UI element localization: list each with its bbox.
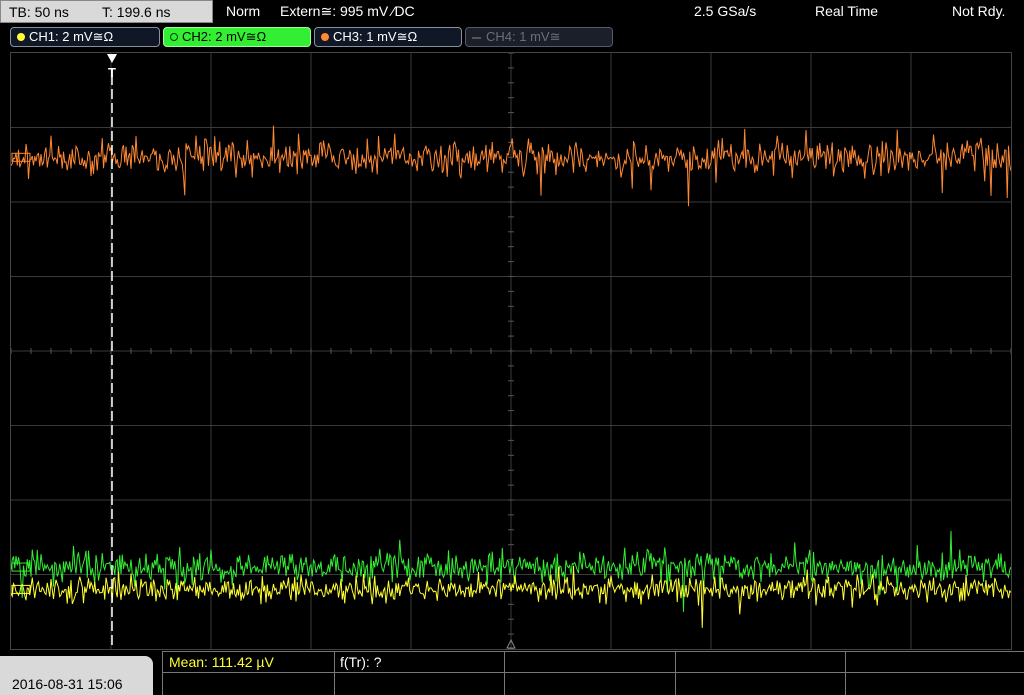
measurement-mean: Mean: 111.42 µV [169, 654, 274, 670]
measurement-panel[interactable]: Mean: 111.42 µV f(Tr): ? [162, 651, 1024, 695]
acquisition-mode[interactable]: Real Time [815, 0, 878, 23]
channel-2-button[interactable]: CH2: 2 mV≅Ω [163, 27, 311, 47]
channel-3-indicator-icon [321, 32, 329, 41]
measurement-cell [334, 651, 335, 695]
trigger-marker-label: T [108, 65, 116, 80]
measurement-frequency: f(Tr): ? [340, 654, 382, 670]
channel-2-label: CH2: 2 mV≅Ω [182, 29, 267, 44]
channel-4-label: CH4: 1 mV≅ [486, 29, 561, 44]
trigger-source[interactable]: Extern≅: 995 mV ⁄DC [280, 0, 415, 23]
channel-1-indicator-icon [17, 32, 25, 41]
trigger-mode[interactable]: Norm [226, 0, 260, 23]
measurement-cell [675, 651, 676, 695]
measurement-divider [162, 651, 1024, 652]
timebase-value: TB: 50 ns [9, 4, 69, 20]
channel-4-off-icon [472, 36, 481, 39]
date-time: 2016-08-31 15:06 [0, 656, 153, 695]
trigger-time-value: T: 199.6 ns [102, 4, 171, 20]
waveform-display[interactable]: T [10, 52, 1012, 650]
measurement-cell [162, 651, 163, 695]
channel-1-button[interactable]: CH1: 2 mV≅Ω [10, 27, 160, 47]
measurement-cell [504, 651, 505, 695]
timebase-box[interactable]: TB: 50 ns T: 199.6 ns [0, 0, 213, 23]
channel-bar: CH1: 2 mV≅Ω CH2: 2 mV≅Ω CH3: 1 mV≅Ω CH4:… [0, 25, 1024, 49]
sample-rate[interactable]: 2.5 GSa/s [694, 0, 756, 23]
measurement-divider [162, 672, 1024, 673]
channel-3-label: CH3: 1 mV≅Ω [333, 29, 418, 44]
bottom-bar: 2016-08-31 15:06 Mean: 111.42 µV f(Tr): … [0, 651, 1024, 695]
trigger-marker-icon[interactable] [107, 54, 117, 63]
ready-state: Not Rdy. [952, 3, 1006, 19]
waveform-plot: T [11, 53, 1011, 649]
channel-2-indicator-icon [170, 32, 178, 41]
channel-1-label: CH1: 2 mV≅Ω [29, 29, 114, 44]
channel-3-button[interactable]: CH3: 1 mV≅Ω [314, 27, 462, 47]
channel-4-button[interactable]: CH4: 1 mV≅ [465, 27, 613, 47]
status-bar: TB: 50 ns T: 199.6 ns Norm Extern≅: 995 … [0, 0, 1024, 24]
measurement-cell [845, 651, 846, 695]
